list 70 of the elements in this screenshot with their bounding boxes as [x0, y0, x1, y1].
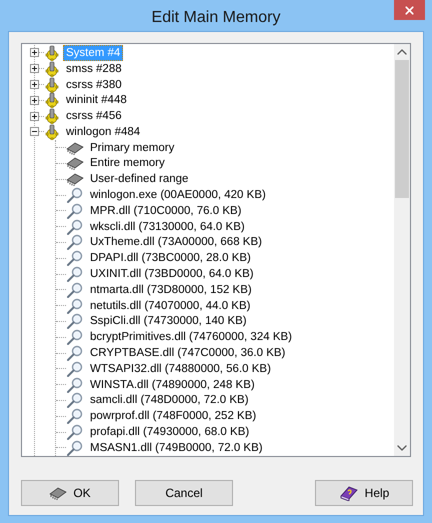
- magnifier-icon: [66, 408, 84, 424]
- tree-item[interactable]: MSASN1.dll (749B0000, 72.0 KB): [87, 440, 266, 456]
- tree-item[interactable]: samcli.dll (748D0000, 72.0 KB): [87, 392, 252, 408]
- ok-button[interactable]: OK: [21, 480, 119, 506]
- plus-icon: [31, 49, 38, 56]
- scrollbar[interactable]: [394, 44, 410, 456]
- magnifier-icon: [66, 329, 84, 346]
- magnifier-icon: [66, 187, 84, 204]
- magnifier-icon: [66, 392, 84, 408]
- magnifier-icon: [66, 360, 84, 377]
- magnifier-icon: [66, 313, 84, 330]
- tree-item[interactable]: MPR.dll (710C0000, 76.0 KB): [87, 202, 244, 219]
- plus-icon: [31, 80, 38, 88]
- tree-item[interactable]: Primary memory: [87, 140, 178, 156]
- tree-item[interactable]: smss #288: [63, 60, 125, 77]
- magnifier-icon: [66, 250, 84, 266]
- help-book-icon: [338, 485, 359, 501]
- plus-icon: [31, 96, 38, 104]
- plus-icon: [31, 65, 38, 72]
- tree-item[interactable]: winlogon #484: [63, 124, 144, 140]
- chip-icon: [66, 140, 84, 155]
- expand-toggle[interactable]: [30, 48, 39, 58]
- expand-toggle[interactable]: [30, 80, 39, 89]
- help-button[interactable]: Help: [315, 480, 413, 506]
- collapse-toggle[interactable]: [30, 127, 39, 136]
- tree-item[interactable]: winlogon.exe (00AE0000, 420 KB): [87, 187, 269, 204]
- tree-item[interactable]: UxTheme.dll (73A00000, 668 KB): [87, 234, 265, 250]
- tree-item[interactable]: SspiCli.dll (74730000, 140 KB): [87, 313, 250, 330]
- tree-item[interactable]: csrss #456: [63, 108, 125, 124]
- tree-item[interactable]: bcryptPrimitives.dll (74760000, 324 KB): [87, 329, 295, 346]
- tree-item[interactable]: ntmarta.dll (73D80000, 152 KB): [87, 282, 255, 298]
- gear-icon: [44, 76, 60, 92]
- tree-item[interactable]: Entire memory: [87, 155, 168, 172]
- magnifier-icon: [66, 266, 84, 282]
- expand-toggle[interactable]: [30, 96, 39, 105]
- tree-item[interactable]: UXINIT.dll (73BD0000, 64.0 KB): [87, 266, 257, 282]
- tree-item[interactable]: wininit #448: [63, 92, 130, 108]
- expand-toggle[interactable]: [30, 112, 39, 121]
- cancel-button[interactable]: Cancel: [135, 480, 233, 506]
- chip-icon: [66, 156, 84, 170]
- gear-icon: [44, 124, 60, 140]
- tree-item[interactable]: netutils.dll (74070000, 44.0 KB): [87, 298, 254, 314]
- magnifier-icon: [66, 298, 84, 314]
- magnifier-icon: [66, 202, 84, 219]
- magnifier-icon: [66, 345, 84, 362]
- tree-item[interactable]: powrprof.dll (748F0000, 252 KB): [87, 408, 260, 424]
- magnifier-icon: [66, 424, 84, 440]
- close-button[interactable]: [394, 0, 425, 20]
- plus-icon: [31, 112, 38, 120]
- gear-icon: [44, 44, 60, 61]
- tree-item[interactable]: DPAPI.dll (73BC0000, 28.0 KB): [87, 250, 254, 266]
- magnifier-icon: [66, 282, 84, 298]
- tree-item[interactable]: csrss #380: [63, 76, 125, 92]
- tree-item[interactable]: User-defined range: [87, 171, 192, 188]
- magnifier-icon: [66, 218, 84, 235]
- chip-icon: [66, 172, 84, 186]
- tree-item[interactable]: WTSAPI32.dll (74880000, 56.0 KB): [87, 360, 274, 377]
- gear-icon: [44, 60, 60, 77]
- scroll-thumb[interactable]: [395, 60, 409, 198]
- expand-toggle[interactable]: [30, 64, 39, 74]
- tree-item[interactable]: WINSTA.dll (74890000, 248 KB): [87, 376, 258, 393]
- window-title: Edit Main Memory: [150, 8, 282, 28]
- close-icon: [403, 4, 416, 16]
- magnifier-icon: [66, 234, 84, 250]
- magnifier-icon: [66, 440, 84, 456]
- tree-item[interactable]: wkscli.dll (73130000, 64.0 KB): [87, 218, 248, 235]
- chip-icon: [49, 486, 68, 500]
- magnifier-icon: [66, 376, 84, 393]
- tree-item[interactable]: CRYPTBASE.dll (747C0000, 36.0 KB): [87, 345, 288, 362]
- tree-item[interactable]: profapi.dll (74930000, 68.0 KB): [87, 424, 252, 440]
